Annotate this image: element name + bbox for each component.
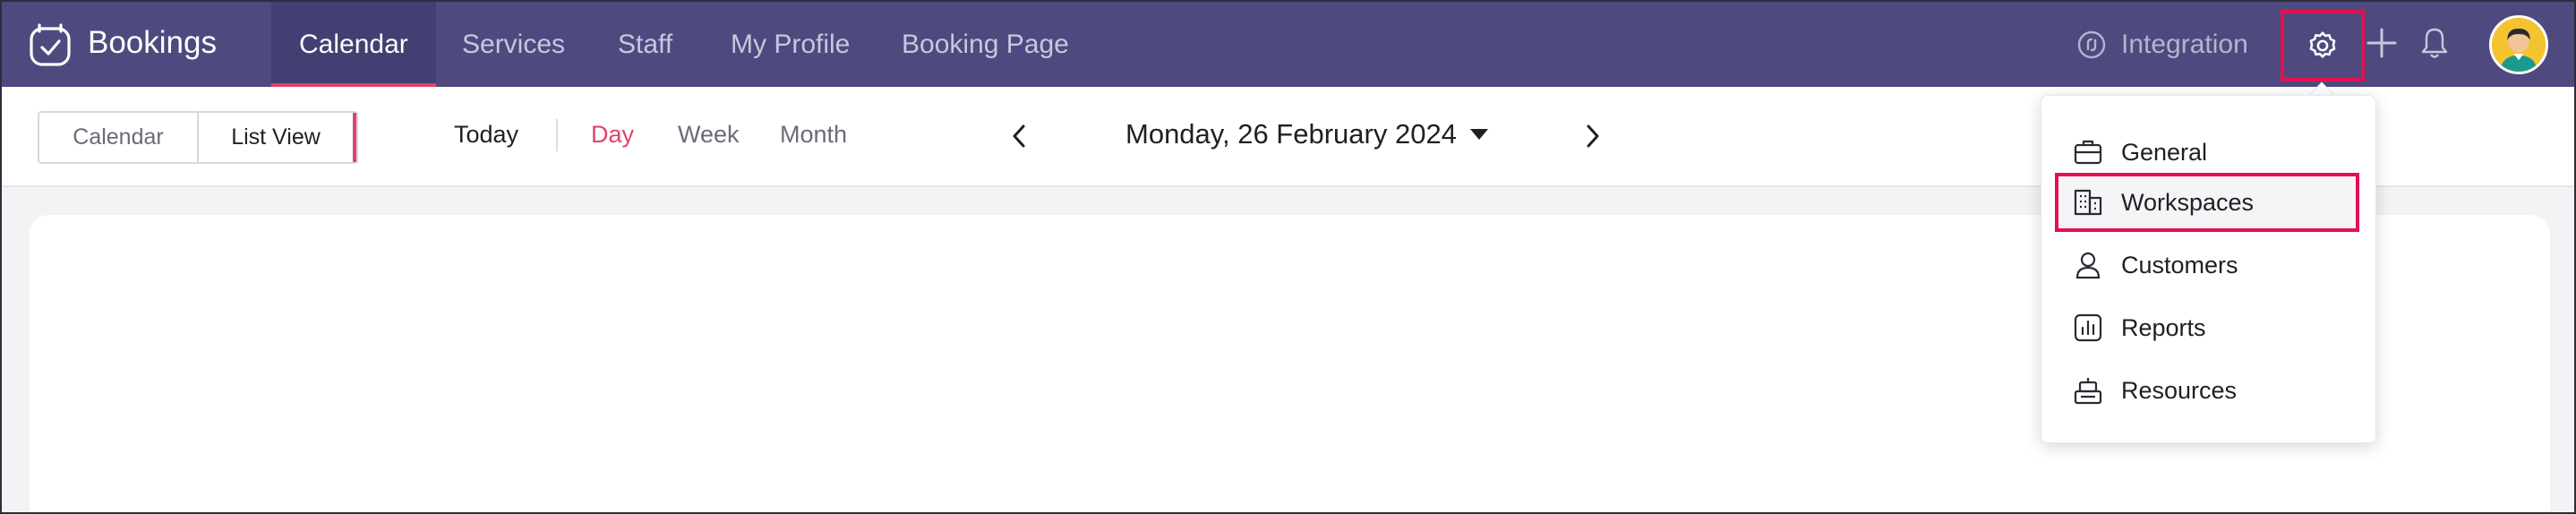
user-icon (2075, 252, 2101, 279)
nav-tab-calendar[interactable]: Calendar (271, 2, 436, 87)
nav-tab-services[interactable]: Services (462, 2, 565, 87)
reports-icon (2074, 313, 2102, 342)
app-name[interactable]: Bookings (88, 25, 217, 61)
nav-tab-staff[interactable]: Staff (618, 2, 672, 87)
plus-icon[interactable] (2366, 27, 2398, 59)
caret-down-icon (1469, 129, 1488, 140)
settings-button[interactable] (2281, 10, 2365, 81)
chevron-right-icon[interactable] (1580, 121, 1604, 151)
bookings-logo-icon[interactable] (27, 20, 73, 68)
menu-item-customers[interactable]: Customers (2041, 237, 2375, 293)
menu-item-label: General (2121, 138, 2208, 166)
integration-icon (2077, 30, 2106, 59)
nav-tab-my-profile[interactable]: My Profile (731, 2, 850, 87)
menu-item-reports[interactable]: Reports (2041, 300, 2375, 356)
settings-dropdown-menu: General Workspaces Customers Reports Res… (2041, 95, 2376, 443)
avatar[interactable] (2489, 15, 2548, 74)
top-navigation-bar: Bookings Calendar Services Staff My Prof… (2, 2, 2574, 87)
bell-icon[interactable] (2419, 26, 2450, 60)
calendar-mode-button[interactable]: Calendar (39, 113, 199, 162)
day-view-button[interactable]: Day (591, 121, 634, 149)
settings-gear-icon (2309, 31, 2336, 58)
building-icon (2074, 189, 2102, 216)
menu-item-general[interactable]: General (2041, 124, 2375, 180)
month-view-button[interactable]: Month (780, 121, 847, 149)
divider (556, 119, 558, 151)
menu-item-workspaces[interactable]: Workspaces (2041, 175, 2375, 230)
menu-item-resources[interactable]: Resources (2041, 363, 2375, 418)
resources-icon (2074, 378, 2102, 405)
menu-item-label: Resources (2121, 376, 2238, 404)
date-picker[interactable]: Monday, 26 February 2024 (1125, 118, 1489, 150)
nav-tab-booking-page[interactable]: Booking Page (902, 2, 1069, 87)
today-button[interactable]: Today (454, 121, 518, 149)
briefcase-icon (2074, 140, 2102, 165)
current-date: Monday, 26 February 2024 (1125, 118, 1457, 150)
view-mode-toggle: Calendar List View (38, 111, 358, 164)
app-window: Bookings Calendar Services Staff My Prof… (0, 0, 2576, 514)
week-view-button[interactable]: Week (678, 121, 740, 149)
integration-button[interactable]: Integration (2076, 27, 2248, 63)
chevron-left-icon[interactable] (1008, 121, 1031, 151)
menu-item-label: Customers (2121, 251, 2238, 278)
list-view-button[interactable]: List View (199, 113, 356, 162)
integration-label: Integration (2121, 30, 2248, 59)
menu-item-label: Reports (2121, 313, 2206, 341)
menu-item-label: Workspaces (2121, 188, 2255, 216)
